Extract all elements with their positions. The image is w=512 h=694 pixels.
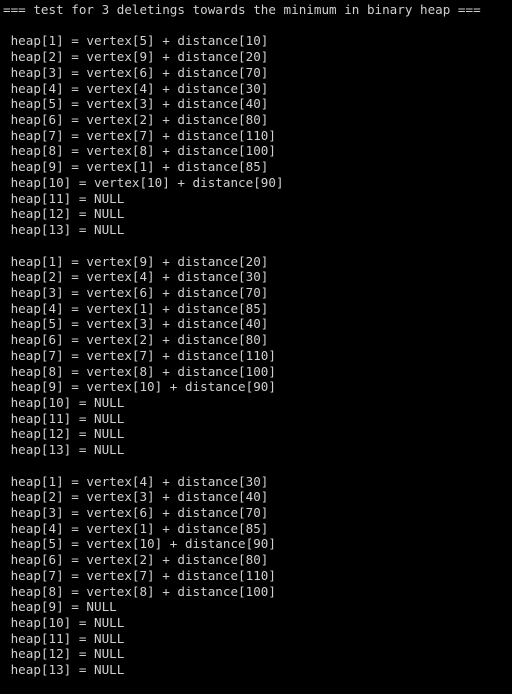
terminal-line: heap[11] = NULL xyxy=(3,410,125,426)
terminal-line: heap[5] = vertex[3] + distance[40] xyxy=(3,96,269,112)
terminal-line: heap[3] = vertex[6] + distance[70] xyxy=(3,505,269,520)
terminal-line: heap[9] = vertex[1] + distance[85] xyxy=(3,159,269,175)
terminal-line: heap[9] = vertex[10] + distance[90] xyxy=(3,379,276,395)
terminal-header-line: === test for 3 deletings towards the min… xyxy=(3,2,481,17)
terminal-line: heap[10] = vertex[10] + distance[90] xyxy=(3,174,284,190)
terminal-line: heap[8] = vertex[8] + distance[100] xyxy=(3,363,276,379)
terminal-line: heap[13] = NULL xyxy=(3,442,125,458)
terminal-line: heap[1] = vertex[4] + distance[30] xyxy=(3,473,269,489)
terminal-line: heap[1] = vertex[9] + distance[20] xyxy=(3,253,269,269)
terminal-line: heap[4] = vertex[1] + distance[85] xyxy=(3,300,269,316)
terminal-line: heap[5] = vertex[10] + distance[90] xyxy=(3,536,276,552)
terminal-line: heap[13] = NULL xyxy=(3,662,125,678)
terminal-line: heap[6] = vertex[2] + distance[80] xyxy=(3,332,269,348)
terminal-line: heap[7] = vertex[7] + distance[110] xyxy=(3,127,276,143)
terminal-line: heap[11] = NULL xyxy=(3,630,125,646)
terminal-line: heap[4] = vertex[1] + distance[85] xyxy=(3,520,269,536)
terminal-line: heap[3] = vertex[6] + distance[70] xyxy=(3,284,269,300)
terminal-line: heap[4] = vertex[4] + distance[30] xyxy=(3,80,269,96)
terminal-line: heap[8] = vertex[8] + distance[100] xyxy=(3,583,276,599)
terminal-line: heap[12] = NULL xyxy=(3,426,125,442)
terminal-line: heap[2] = vertex[3] + distance[40] xyxy=(3,489,269,505)
terminal-line: heap[10] = NULL xyxy=(3,615,125,631)
terminal-line: heap[2] = vertex[9] + distance[20] xyxy=(3,49,269,65)
terminal-line: heap[11] = NULL xyxy=(3,190,125,206)
terminal-line: heap[6] = vertex[2] + distance[80] xyxy=(3,112,269,128)
terminal-output[interactable]: === test for 3 deletings towards the min… xyxy=(0,0,512,694)
terminal-line: heap[12] = NULL xyxy=(3,646,125,662)
terminal-line: heap[7] = vertex[7] + distance[110] xyxy=(3,347,276,363)
terminal-line: heap[6] = vertex[2] + distance[80] xyxy=(3,552,269,568)
terminal-line: heap[5] = vertex[3] + distance[40] xyxy=(3,316,269,332)
terminal-line: heap[10] = NULL xyxy=(3,394,125,410)
terminal-line: heap[13] = NULL xyxy=(3,222,125,238)
terminal-line: heap[1] = vertex[5] + distance[10] xyxy=(3,33,269,49)
terminal-line: heap[7] = vertex[7] + distance[110] xyxy=(3,567,276,583)
terminal-line: heap[8] = vertex[8] + distance[100] xyxy=(3,143,276,159)
terminal-line: heap[3] = vertex[6] + distance[70] xyxy=(3,64,269,80)
terminal-line: heap[12] = NULL xyxy=(3,206,125,222)
terminal-line: heap[9] = NULL xyxy=(3,599,117,615)
terminal-line: heap[2] = vertex[4] + distance[30] xyxy=(3,269,269,285)
